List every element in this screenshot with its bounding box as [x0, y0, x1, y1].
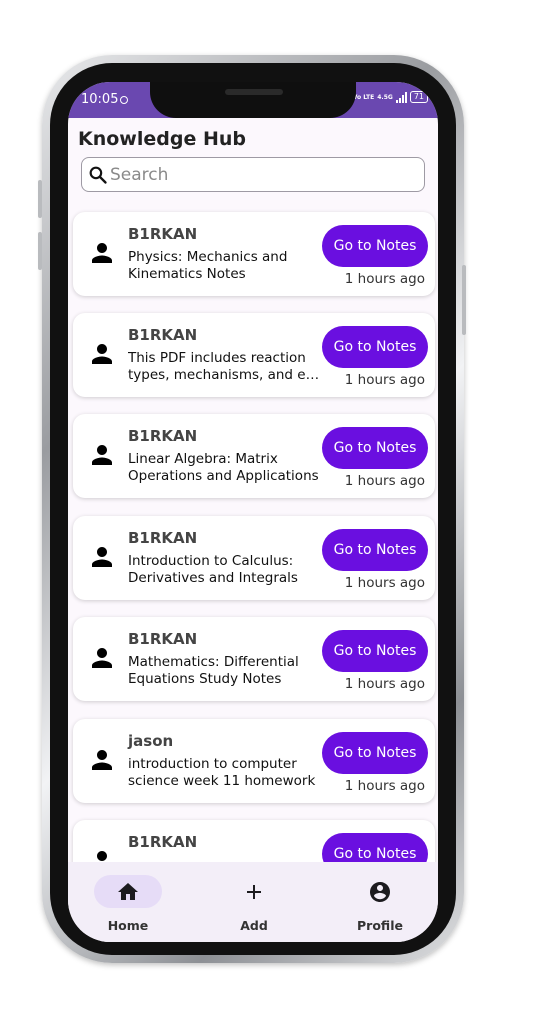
go-to-notes-button[interactable]: Go to Notes [322, 225, 428, 267]
note-card[interactable]: B1RKAN Mathematics: Differential Equatio… [73, 617, 435, 701]
note-title: Physics: Mechanics and Kinematics Notes [128, 249, 288, 282]
note-title: introduction to computer science week 11… [128, 756, 316, 789]
go-to-notes-button[interactable]: Go to Notes [322, 427, 428, 469]
nav-item-profile[interactable]: Profile [320, 862, 438, 942]
note-card[interactable]: B1RKAN Introduction to Calculus: Derivat… [73, 516, 435, 600]
go-to-notes-button[interactable]: Go to Notes [322, 529, 428, 571]
go-to-notes-button[interactable]: Go to Notes [322, 833, 428, 862]
app-screen: 10:05 Vo LTE 4.5G 71 Knowledge Hub B1RKA… [68, 82, 438, 942]
note-timestamp: 1 hours ago [344, 473, 425, 489]
note-timestamp: 1 hours ago [344, 676, 425, 692]
note-timestamp: 1 hours ago [344, 778, 425, 794]
note-title: Linear Algebra: Matrix Operations and Ap… [128, 451, 319, 484]
note-author: B1RKAN [128, 833, 198, 851]
home-icon [118, 883, 138, 900]
battery-indicator: 71 [409, 91, 428, 103]
person-icon [92, 243, 112, 263]
search-input[interactable] [110, 162, 410, 188]
person-icon [92, 445, 112, 465]
go-to-notes-button[interactable]: Go to Notes [322, 630, 428, 672]
nav-label-home: Home [107, 918, 149, 933]
note-title: Mathematics: Differential Equations Stud… [128, 654, 299, 687]
note-card[interactable]: B1RKAN Linear Algebra: Matrix Operations… [73, 414, 435, 498]
bottom-navigation: Home Add Profile [68, 862, 438, 942]
note-card[interactable]: B1RKAN Go to Notes [73, 820, 435, 862]
go-to-notes-button[interactable]: Go to Notes [322, 732, 428, 774]
status-indicators: Vo LTE 4.5G 71 [353, 91, 428, 103]
note-author: B1RKAN [128, 427, 198, 445]
go-to-notes-button[interactable]: Go to Notes [322, 326, 428, 368]
status-time: 10:05 [81, 92, 119, 107]
note-author: B1RKAN [128, 630, 198, 648]
nav-item-home[interactable]: Home [68, 862, 192, 942]
person-icon [97, 851, 107, 861]
note-card[interactable]: B1RKAN Physics: Mechanics and Kinematics… [73, 212, 435, 296]
person-icon [92, 750, 112, 770]
note-author: B1RKAN [128, 326, 198, 344]
search-bar[interactable] [81, 157, 425, 192]
nav-label-add: Add [240, 918, 268, 933]
note-card[interactable]: B1RKAN This PDF includes reaction types,… [73, 313, 435, 397]
note-timestamp: 1 hours ago [344, 271, 425, 287]
person-icon [92, 648, 112, 668]
note-timestamp: 1 hours ago [344, 372, 425, 388]
phone-power-button [462, 265, 466, 335]
notes-list[interactable]: B1RKAN Physics: Mechanics and Kinematics… [68, 202, 438, 862]
network-type: 4.5G [377, 93, 393, 101]
note-author: B1RKAN [128, 225, 198, 243]
network-label: Vo LTE [352, 93, 375, 101]
note-timestamp: 1 hours ago [344, 575, 425, 591]
signal-icon [395, 91, 407, 103]
nav-item-add[interactable]: Add [194, 862, 318, 942]
nav-label-profile: Profile [357, 918, 403, 933]
note-title: Introduction to Calculus: Derivatives an… [128, 553, 298, 586]
note-card[interactable]: jason introduction to computer science w… [73, 719, 435, 803]
page-title: Knowledge Hub [78, 128, 246, 150]
camera-notch [150, 82, 356, 118]
person-icon [92, 344, 112, 364]
note-author: B1RKAN [128, 529, 198, 547]
account-circle-icon [370, 882, 390, 902]
note-title: This PDF includes reaction types, mechan… [128, 350, 320, 383]
speaker-grille [225, 89, 283, 95]
note-author: jason [128, 732, 174, 750]
search-icon [89, 166, 107, 184]
plus-icon [247, 885, 261, 899]
phone-side-button [38, 180, 42, 218]
person-icon [92, 547, 112, 567]
notification-icon [120, 96, 128, 104]
phone-side-button [38, 232, 42, 270]
